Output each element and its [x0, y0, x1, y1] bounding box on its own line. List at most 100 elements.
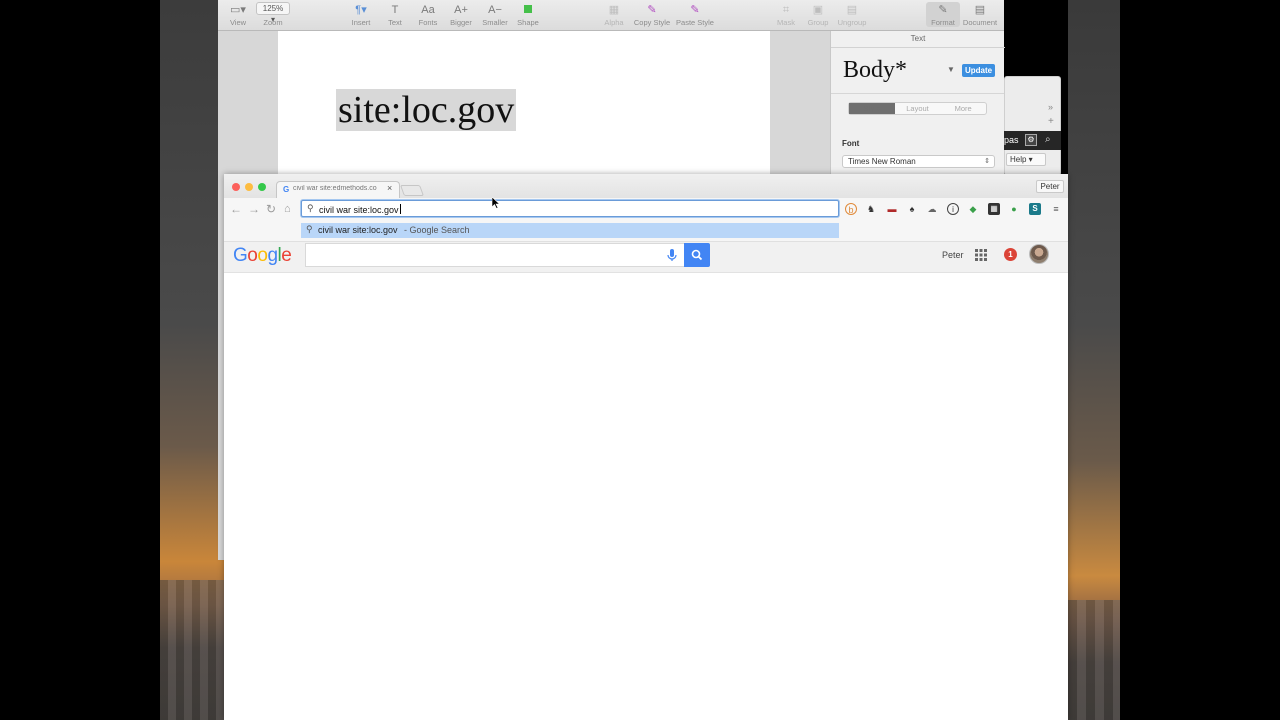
tab-layout[interactable]: Layout [895, 103, 941, 114]
chevron-down-icon[interactable]: ▼ [947, 65, 955, 74]
paragraph-style-name[interactable]: Body* [843, 57, 907, 84]
profile-button[interactable]: Peter [1036, 180, 1064, 193]
document-button[interactable]: ▤ Document [962, 2, 998, 27]
document-icon: ▤ [974, 4, 986, 16]
paste-style-icon: ✎ [690, 4, 700, 16]
help-search-text[interactable]: pas [1004, 135, 1019, 145]
close-icon[interactable]: × [387, 183, 392, 193]
avatar[interactable] [1029, 244, 1049, 264]
alpha-label: Alpha [604, 18, 624, 27]
s-extension-icon[interactable]: S [1029, 203, 1041, 215]
format-button[interactable]: ✎ Format [926, 2, 960, 27]
mouse-pointer-icon [492, 197, 500, 209]
alpha-button[interactable]: ▦ Alpha [602, 2, 626, 27]
wallpaper-texture-left [160, 580, 224, 720]
address-bar[interactable]: ⚲ civil war site:loc.gov [301, 200, 839, 217]
extension-b-icon[interactable]: b [845, 203, 857, 215]
screen: ▭▾ View 125% ▾ Zoom ¶▾ Insert T Text Aa … [0, 0, 1280, 720]
alpha-icon: ▦ [608, 4, 620, 16]
zoom-window-button[interactable] [258, 183, 266, 191]
copy-style-button[interactable]: ✎ Copy Style [632, 2, 672, 27]
fonts-button[interactable]: Aa Fonts [416, 2, 440, 27]
group-label: Group [807, 18, 829, 27]
google-logo[interactable]: Google [233, 245, 292, 267]
apps-grid-icon[interactable] [975, 249, 987, 261]
insert-button[interactable]: ¶▾ Insert [348, 2, 374, 27]
zoom-label: Zoom [263, 18, 283, 27]
suggestion-row[interactable]: ⚲ civil war site:loc.gov - Google Search [301, 223, 839, 238]
mask-label: Mask [777, 18, 795, 27]
tab-strip: G civil war site:edmethods.co × Peter [224, 174, 1068, 198]
reload-icon[interactable]: ↻ [266, 202, 276, 216]
feedly-icon[interactable]: ◆ [967, 203, 979, 215]
cloud-icon[interactable]: ☁ [926, 203, 938, 215]
close-window-button[interactable] [232, 183, 240, 191]
updown-arrow-icon: ⇕ [984, 158, 990, 165]
zoom-control[interactable]: 125% ▾ Zoom [256, 2, 290, 27]
microphone-icon[interactable] [664, 247, 680, 263]
ungroup-label: Ungroup [837, 18, 867, 27]
selected-document-text[interactable]: site:loc.gov [336, 89, 517, 131]
tab-more[interactable]: More [940, 103, 986, 114]
evernote-icon[interactable]: ♠ [906, 203, 918, 215]
zoom-value: 125% [262, 4, 284, 13]
new-tab-button[interactable] [399, 185, 425, 196]
ungroup-button[interactable]: ▤ Ungroup [836, 2, 868, 27]
home-icon[interactable]: ⌂ [284, 202, 291, 216]
help-menu-button[interactable]: Help ▾ [1006, 153, 1046, 166]
copy-style-label: Copy Style [633, 18, 671, 27]
inspector-tabs: Style Layout More [848, 102, 987, 115]
omnibox-dropdown: ⚲ civil war site:loc.gov - Google Search [224, 220, 1068, 242]
search-icon[interactable]: ⌕ [1045, 134, 1051, 145]
font-family-value: Times New Roman [848, 157, 916, 166]
sidebar-icon: ▭▾ [230, 4, 246, 16]
suggestion-query: civil war site:loc.gov [318, 225, 398, 235]
google-user-name[interactable]: Peter [942, 250, 964, 260]
browser-toolbar: ← → ↻ ⌂ ⚲ civil war site:loc.gov b ♞ ▬ ♠… [224, 198, 1068, 220]
double-chevron-icon[interactable]: » [1048, 102, 1053, 112]
tab-style[interactable]: Style [849, 103, 895, 114]
paragraph-icon: ¶▾ [355, 4, 367, 16]
bigger-icon: A+ [454, 4, 468, 16]
group-button[interactable]: ▣ Group [806, 2, 830, 27]
film-icon[interactable]: ▦ [988, 203, 1000, 215]
bigger-button[interactable]: A+ Bigger [449, 2, 473, 27]
google-search-button[interactable] [684, 243, 710, 267]
gear-icon[interactable]: ⚙ [1025, 134, 1037, 146]
logo-letter: o [247, 245, 258, 266]
text-icon: T [391, 4, 399, 16]
notifications-badge[interactable]: 1 [1004, 248, 1017, 261]
document-page[interactable]: site:loc.gov [278, 31, 770, 191]
ungroup-icon: ▤ [846, 4, 858, 16]
font-family-select[interactable]: Times New Roman ⇕ [842, 155, 995, 168]
search-icon: ⚲ [307, 203, 314, 213]
logo-letter: o [257, 245, 268, 266]
plus-icon[interactable]: + [1048, 116, 1054, 127]
text-button[interactable]: T Text [384, 2, 406, 27]
browser-tab[interactable]: G civil war site:edmethods.co × [276, 181, 400, 198]
crop-icon: ⌗ [782, 4, 790, 16]
address-bar-text[interactable]: civil war site:loc.gov [319, 204, 401, 215]
shape-icon [516, 2, 540, 18]
menu-icon[interactable]: ≡ [1050, 203, 1062, 215]
bigger-label: Bigger [450, 18, 472, 27]
mask-button[interactable]: ⌗ Mask [774, 2, 798, 27]
divider [831, 47, 1005, 48]
view-button[interactable]: ▭▾ View [226, 2, 250, 27]
back-icon[interactable]: ← [230, 202, 242, 216]
update-style-button[interactable]: Update [962, 64, 995, 77]
info-icon[interactable]: i [947, 203, 959, 215]
shape-button[interactable]: Shape [516, 2, 540, 27]
logo-letter: g [267, 245, 278, 266]
google-search-input[interactable] [305, 243, 685, 267]
zoom-select[interactable]: 125% ▾ [256, 2, 290, 24]
minimize-window-button[interactable] [245, 183, 253, 191]
extension-sofa-icon[interactable]: ▬ [886, 203, 898, 215]
paste-style-label: Paste Style [676, 18, 714, 27]
smaller-button[interactable]: A− Smaller [481, 2, 509, 27]
insert-label: Insert [351, 18, 371, 27]
paste-style-button[interactable]: ✎ Paste Style [674, 2, 716, 27]
extension-bot-icon[interactable]: ♞ [865, 203, 877, 215]
chat-icon[interactable]: ● [1008, 203, 1020, 215]
forward-icon[interactable]: → [248, 202, 260, 216]
